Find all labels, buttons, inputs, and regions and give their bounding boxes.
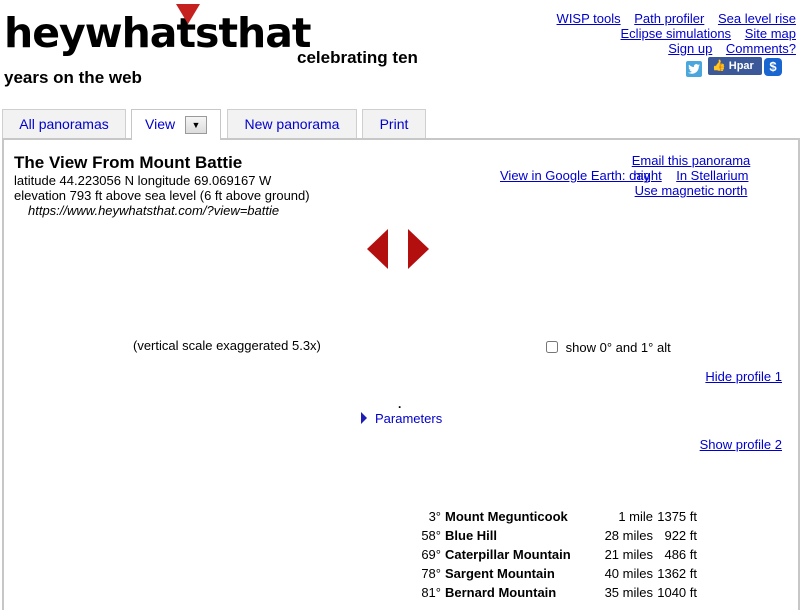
peaks-table: 3° Mount Megunticook 1 mile 1375 ft 58° Blue … [417, 507, 699, 602]
email-panorama-link[interactable]: Email this panorama [632, 153, 751, 168]
tab-new-panorama-label: New panorama [244, 116, 340, 132]
facebook-like-button[interactable]: 👍 Hpar [708, 57, 762, 75]
donate-dollar-icon[interactable]: $ [764, 58, 782, 76]
wisp-tools-link[interactable]: WISP tools [557, 11, 621, 26]
show-alt-label: show 0° and 1° alt [565, 340, 671, 355]
parameters-toggle[interactable]: Parameters [361, 411, 442, 426]
show-profile-2-label: Show profile 2 [699, 437, 782, 452]
tagline-line2: years on the web [4, 68, 142, 87]
social-buttons: 👍 Hpar $ [686, 56, 796, 78]
peak-distance: 35 miles [604, 585, 653, 600]
show-alt-option: show 0° and 1° alt [546, 340, 671, 355]
location-info: latitude 44.223056 N longitude 69.069167… [14, 173, 310, 203]
site-map-link[interactable]: Site map [745, 26, 796, 41]
tab-bar: All panoramas View ▼ New panorama Print [0, 109, 800, 140]
peak-distance: 1 mile [618, 509, 653, 524]
sea-level-rise-link[interactable]: Sea level rise [718, 11, 796, 26]
elevation-text: elevation 793 ft above sea level (6 ft a… [14, 188, 310, 203]
parameters-label: Parameters [375, 411, 443, 426]
peak-elevation: 1362 ft [657, 566, 697, 581]
facebook-icon: 👍 [712, 60, 729, 72]
tab-view[interactable]: View ▼ [131, 109, 221, 140]
hide-profile-1-link[interactable]: Hide profile 1 [705, 369, 782, 384]
eclipse-simulations-link[interactable]: Eclipse simulations [621, 26, 732, 41]
peak-elevation: 486 ft [664, 547, 697, 562]
peak-elevation: 1040 ft [657, 585, 697, 600]
pan-right-arrow-icon[interactable] [408, 229, 429, 269]
tagline-line1: celebrating ten [297, 48, 418, 67]
logo-text: heywhatsthat [4, 9, 312, 57]
peak-azimuth: 78° [421, 566, 441, 581]
peak-distance: 40 miles [604, 566, 653, 581]
comments-link[interactable]: Comments? [726, 41, 796, 56]
peak-azimuth: 58° [421, 528, 441, 543]
twitter-icon[interactable] [686, 61, 702, 77]
expand-triangle-icon [361, 412, 367, 424]
peak-name: Mount Megunticook [445, 509, 568, 524]
tab-print[interactable]: Print [362, 109, 426, 138]
pan-arrows [367, 229, 431, 271]
show-alt-checkbox[interactable] [546, 341, 558, 353]
peak-name: Sargent Mountain [445, 566, 555, 581]
peak-row[interactable]: 78° Sargent Mountain 40 miles 1362 ft [417, 564, 699, 583]
peak-row[interactable]: 69° Caterpillar Mountain 21 miles 486 ft [417, 545, 699, 564]
latlon-text: latitude 44.223056 N longitude 69.069167… [14, 173, 272, 188]
peak-row[interactable]: 3° Mount Megunticook 1 mile 1375 ft [417, 507, 699, 526]
peak-name: Bernard Mountain [445, 585, 557, 600]
vertical-scale-note: (vertical scale exaggerated 5.3x) [133, 338, 321, 353]
tab-print-label: Print [379, 116, 409, 132]
peak-elevation: 922 ft [664, 528, 697, 543]
stellarium-link[interactable]: In Stellarium [676, 168, 748, 183]
tab-all-panoramas[interactable]: All panoramas [2, 109, 126, 138]
logo-triangle-icon [176, 4, 200, 24]
panorama-url: https://www.heywhatsthat.com/?view=batti… [28, 203, 280, 218]
site-logo[interactable]: heywhatsthat [4, 4, 312, 62]
peak-azimuth: 3° [428, 509, 441, 524]
top-nav: WISP tools Path profiler Sea level rise … [496, 11, 796, 56]
tab-all-panoramas-label: All panoramas [19, 116, 109, 132]
peak-elevation: 1375 ft [657, 509, 697, 524]
panorama-links: Email this panorama night In Stellarium … [601, 153, 781, 198]
hide-profile-1-label: Hide profile 1 [705, 369, 782, 384]
peak-name: Caterpillar Mountain [445, 547, 571, 562]
page-title: The View From Mount Battie [14, 153, 243, 172]
dot-marker: . [398, 397, 402, 411]
peak-azimuth: 69° [421, 547, 441, 562]
google-earth-night-link[interactable]: night [634, 168, 662, 183]
peak-row[interactable]: 81° Bernard Mountain 35 miles 1040 ft [417, 583, 699, 602]
magnetic-north-link[interactable]: Use magnetic north [635, 183, 748, 198]
peak-row[interactable]: 58° Blue Hill 28 miles 922 ft [417, 526, 699, 545]
show-profile-2-link[interactable]: Show profile 2 [700, 437, 782, 452]
peak-distance: 21 miles [604, 547, 653, 562]
peak-azimuth: 81° [421, 585, 441, 600]
peak-distance: 28 miles [604, 528, 653, 543]
path-profiler-link[interactable]: Path profiler [634, 11, 704, 26]
tab-new-panorama[interactable]: New panorama [227, 109, 357, 138]
pan-left-arrow-icon[interactable] [367, 229, 388, 269]
sign-up-link[interactable]: Sign up [668, 41, 712, 56]
view-dropdown-button[interactable]: ▼ [184, 116, 207, 135]
peak-name: Blue Hill [445, 528, 498, 543]
tab-view-label: View [145, 116, 176, 132]
